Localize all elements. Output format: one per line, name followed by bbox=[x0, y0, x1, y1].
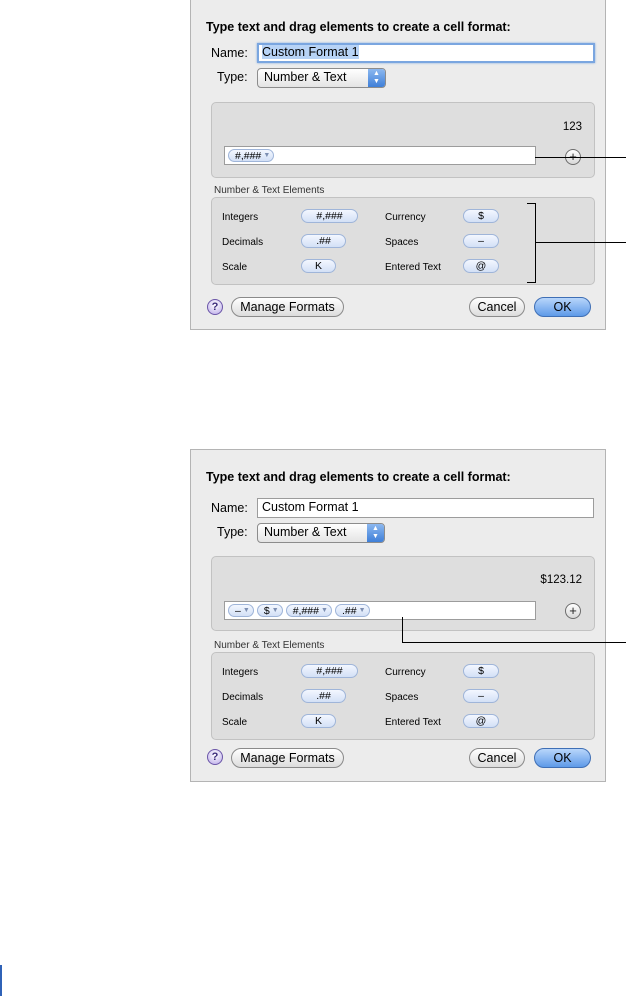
token-label: #,### bbox=[292, 605, 319, 617]
format-token[interactable]: #,### ▼ bbox=[285, 604, 332, 617]
element-label-entered-text: Entered Text bbox=[385, 262, 441, 273]
element-label-spaces: Spaces bbox=[385, 692, 419, 703]
format-preview-panel: $123.12 – ▼ $ ▼ #,### ▼ .## ▼ + bbox=[211, 556, 595, 631]
callout-bracket-elements bbox=[535, 203, 536, 283]
element-label-scale: Scale bbox=[222, 262, 248, 273]
name-label: Name: bbox=[211, 501, 248, 515]
element-integers[interactable]: #,### bbox=[301, 209, 358, 223]
elements-panel: Integers #,### Decimals .## Scale K Curr… bbox=[211, 652, 595, 740]
name-label: Name: bbox=[211, 46, 248, 60]
cancel-button[interactable]: Cancel bbox=[469, 748, 525, 768]
format-field[interactable]: – ▼ $ ▼ #,### ▼ .## ▼ bbox=[224, 601, 536, 620]
chevron-down-icon: ▼ bbox=[358, 607, 366, 614]
elements-section-title: Number & Text Elements bbox=[214, 640, 325, 651]
name-field[interactable]: Custom Format 1 bbox=[257, 498, 594, 518]
element-label-integers: Integers bbox=[222, 667, 259, 678]
token-label: $ bbox=[263, 605, 270, 617]
element-label-currency: Currency bbox=[385, 667, 426, 678]
sample-value: $123.12 bbox=[540, 574, 582, 586]
callout-bracket-bottom bbox=[527, 282, 535, 283]
element-decimals[interactable]: .## bbox=[301, 234, 346, 248]
popup-arrows-icon: ▲ ▼ bbox=[367, 524, 384, 542]
manage-formats-button[interactable]: Manage Formats bbox=[231, 297, 344, 317]
cancel-button[interactable]: Cancel bbox=[469, 297, 525, 317]
name-field-value: Custom Format 1 bbox=[262, 500, 359, 514]
element-label-spaces: Spaces bbox=[385, 237, 419, 248]
element-entered-text[interactable]: @ bbox=[463, 714, 499, 728]
type-label: Type: bbox=[217, 70, 248, 84]
type-popup-value: Number & Text bbox=[264, 525, 347, 539]
element-spaces[interactable]: – bbox=[463, 689, 499, 703]
popup-arrows-icon: ▲ ▼ bbox=[368, 69, 385, 87]
type-popup[interactable]: Number & Text ▲ ▼ bbox=[257, 523, 385, 543]
type-label: Type: bbox=[217, 525, 248, 539]
chevron-down-icon: ▼ bbox=[321, 607, 328, 614]
name-field[interactable]: Custom Format 1 bbox=[257, 43, 595, 63]
callout-bracket-top bbox=[527, 203, 535, 204]
help-button[interactable]: ? bbox=[207, 299, 223, 315]
callout-line-decimals-token-v bbox=[402, 617, 403, 642]
element-label-scale: Scale bbox=[222, 717, 248, 728]
format-token[interactable]: $ ▼ bbox=[256, 604, 283, 617]
cell-format-dialog-1: Type text and drag elements to create a … bbox=[190, 0, 606, 330]
format-preview-panel: 123 #,###▼ + bbox=[211, 102, 595, 178]
cell-format-dialog-2: Type text and drag elements to create a … bbox=[190, 449, 606, 782]
callout-line-elements bbox=[535, 242, 626, 243]
manage-formats-button[interactable]: Manage Formats bbox=[231, 748, 344, 768]
dialog-heading: Type text and drag elements to create a … bbox=[206, 470, 511, 484]
format-token[interactable]: #,### ▼ bbox=[228, 149, 275, 162]
chevron-down-icon: ▼ bbox=[263, 152, 271, 159]
format-field[interactable]: #,### ▼ bbox=[224, 146, 536, 165]
element-integers[interactable]: #,### bbox=[301, 664, 358, 678]
element-entered-text[interactable]: @ bbox=[463, 259, 499, 273]
token-label: .## bbox=[341, 605, 357, 617]
element-scale[interactable]: K bbox=[301, 259, 336, 273]
element-currency[interactable]: $ bbox=[463, 664, 499, 678]
token-label: #,### bbox=[235, 150, 262, 162]
element-currency[interactable]: $ bbox=[463, 209, 499, 223]
name-field-value: Custom Format 1 bbox=[262, 45, 359, 59]
element-spaces[interactable]: – bbox=[463, 234, 499, 248]
token-label: – bbox=[235, 605, 241, 617]
sample-value: 123 bbox=[562, 121, 582, 133]
type-popup-value: Number & Text bbox=[264, 70, 347, 84]
chevron-down-icon: ▼ bbox=[242, 607, 250, 614]
element-label-decimals: Decimals bbox=[222, 237, 264, 248]
dialog-heading: Type text and drag elements to create a … bbox=[206, 20, 511, 34]
ok-button[interactable]: OK bbox=[534, 297, 591, 317]
chevron-down-icon: ▼ bbox=[271, 607, 279, 614]
format-token[interactable]: .## ▼ bbox=[334, 604, 370, 617]
element-label-entered-text: Entered Text bbox=[385, 717, 441, 728]
element-label-currency: Currency bbox=[385, 212, 426, 223]
element-label-decimals: Decimals bbox=[222, 692, 264, 703]
ok-button[interactable]: OK bbox=[534, 748, 591, 768]
element-decimals[interactable]: .## bbox=[301, 689, 346, 703]
callout-line-format-field bbox=[535, 157, 626, 158]
add-element-button[interactable]: + bbox=[565, 603, 581, 619]
format-token[interactable]: – ▼ bbox=[228, 604, 254, 617]
page-edge-rule bbox=[0, 965, 2, 996]
help-button[interactable]: ? bbox=[207, 749, 223, 765]
type-popup[interactable]: Number & Text ▲ ▼ bbox=[257, 68, 386, 88]
elements-section-title: Number & Text Elements bbox=[214, 185, 325, 196]
callout-line-decimals-token-h bbox=[402, 642, 626, 643]
element-scale[interactable]: K bbox=[301, 714, 336, 728]
elements-panel: Integers #,### Decimals .## Scale K Curr… bbox=[211, 197, 595, 285]
element-label-integers: Integers bbox=[222, 212, 259, 223]
